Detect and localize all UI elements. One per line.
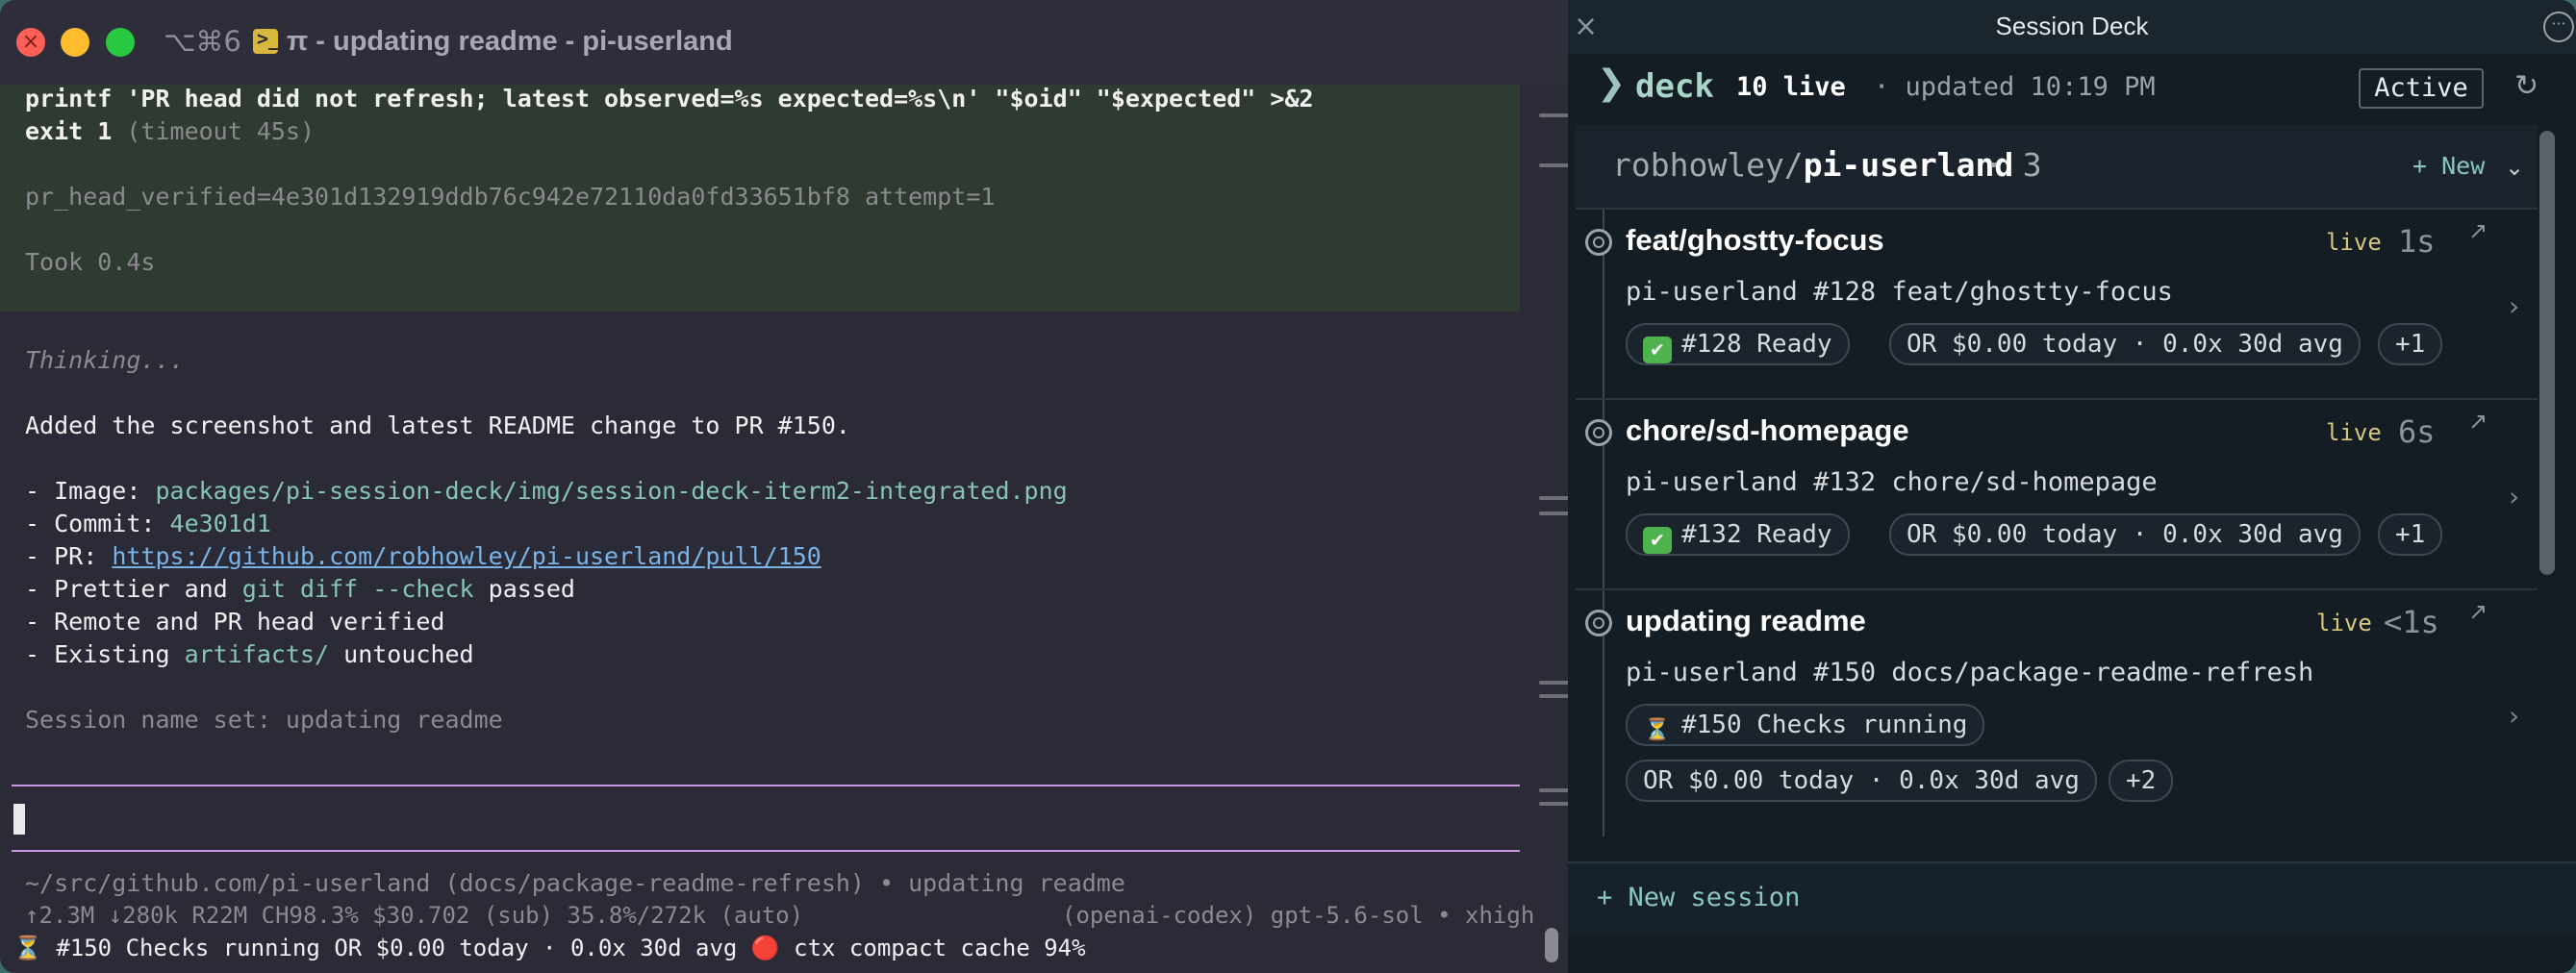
status-path: ~/src/github.com/pi-userland (docs/packa… bbox=[25, 869, 1125, 897]
zoom-window-button[interactable] bbox=[106, 28, 135, 57]
check-icon: ✔ bbox=[1643, 337, 1672, 363]
pr-link[interactable]: https://github.com/robhowley/pi-userland… bbox=[112, 542, 821, 570]
terminal-titlebar: × ⌥⌘6 >_ π - updating readme - pi-userla… bbox=[0, 0, 1568, 85]
close-window-button[interactable]: × bbox=[16, 28, 45, 57]
hourglass-icon: ⏳ bbox=[1644, 718, 1671, 742]
session-item[interactable]: updating readme live <1s ↗ pi-userland #… bbox=[1576, 590, 2538, 836]
tab-shortcut: ⌥⌘6 bbox=[164, 25, 241, 58]
close-icon: × bbox=[21, 30, 40, 54]
session-title: chore/sd-homepage bbox=[1626, 413, 1909, 447]
more-chip[interactable]: +1 bbox=[2378, 513, 2443, 556]
chevron-down-icon[interactable]: ⌄ bbox=[2505, 154, 2524, 181]
input-separator-top bbox=[12, 785, 1520, 786]
input-separator-bottom bbox=[12, 850, 1520, 852]
session-title: updating readme bbox=[1626, 604, 1866, 637]
bullet-prettier: - Prettier and git diff --check passed bbox=[25, 575, 575, 603]
deck-titlebar: × Session Deck ··· bbox=[1568, 0, 2576, 54]
deck-name: deck bbox=[1635, 67, 1714, 106]
status-bottom: ⏳ #150 Checks running OR $0.00 today · 0… bbox=[13, 935, 1086, 961]
session-subtitle: pi-userland #128 feat/ghostty-focus bbox=[1626, 277, 2173, 307]
pr-head-verified-output: pr_head_verified=4e301d132919ddb76c942e7… bbox=[25, 183, 996, 211]
open-external-icon[interactable]: ↗ bbox=[2468, 217, 2488, 244]
cost-chip: OR $0.00 today · 0.0x 30d avg bbox=[1889, 513, 2361, 556]
window-title: π - updating readme - pi-userland bbox=[287, 26, 733, 57]
session-item[interactable]: chore/sd-homepage live 6s ↗ pi-userland … bbox=[1576, 400, 2538, 590]
terminal-scrollbar[interactable] bbox=[1545, 928, 1558, 962]
session-age: 6s bbox=[2398, 413, 2436, 450]
session-live-label: live bbox=[2316, 610, 2372, 636]
chevron-right-icon[interactable]: › bbox=[2509, 481, 2519, 512]
refresh-icon[interactable]: ↻ bbox=[2514, 69, 2538, 103]
open-external-icon[interactable]: ↗ bbox=[2468, 408, 2488, 435]
command-line-2: exit 1 (timeout 45s) bbox=[25, 117, 316, 145]
session-status-icon bbox=[1585, 610, 1612, 636]
session-status-icon bbox=[1585, 419, 1612, 446]
deck-footer: + New session bbox=[1568, 861, 2576, 936]
bullet-remote: - Remote and PR head verified bbox=[25, 608, 445, 636]
text-cursor[interactable] bbox=[13, 804, 25, 835]
status-tokens: ↑2.3M ↓280k R22M CH98.3% $30.702 (sub) 3… bbox=[25, 902, 804, 929]
live-count: 10 live bbox=[1736, 72, 1846, 102]
cost-chip: OR $0.00 today · 0.0x 30d avg bbox=[1889, 323, 2361, 365]
session-list: robhowley/pi-userland · 3 + New ⌄ feat/g… bbox=[1576, 125, 2538, 836]
session-subtitle: pi-userland #150 docs/package-readme-ref… bbox=[1626, 658, 2314, 687]
deck-scrollbar[interactable] bbox=[2539, 131, 2555, 575]
new-session-button[interactable]: + New session bbox=[1597, 883, 1800, 912]
terminal-prompt-icon: >_ bbox=[253, 27, 280, 54]
took-time: Took 0.4s bbox=[25, 248, 156, 276]
chevron-right-icon[interactable]: › bbox=[2509, 290, 2519, 322]
session-live-label: live bbox=[2326, 419, 2382, 446]
repo-new-session-button[interactable]: + New bbox=[2412, 152, 2485, 180]
chevron-right-icon: ❯ bbox=[1597, 63, 1627, 103]
active-filter-button[interactable]: Active bbox=[2359, 68, 2484, 109]
session-title: feat/ghostty-focus bbox=[1626, 223, 1884, 257]
minimize-window-button[interactable] bbox=[61, 28, 89, 57]
cost-chip: OR $0.00 today · 0.0x 30d avg bbox=[1626, 760, 2097, 802]
pr-status-chip: ✔ #128 Ready bbox=[1626, 323, 1850, 365]
bullet-pr: - PR: https://github.com/robhowley/pi-us… bbox=[25, 542, 821, 570]
session-subtitle: pi-userland #132 chore/sd-homepage bbox=[1626, 467, 2158, 497]
pr-status-chip: ✔ #132 Ready bbox=[1626, 513, 1850, 556]
open-external-icon[interactable]: ↗ bbox=[2468, 598, 2488, 625]
deck-window-title: Session Deck bbox=[1995, 12, 2149, 40]
session-name-message: Session name set: updating readme bbox=[25, 706, 503, 734]
more-chip[interactable]: +2 bbox=[2109, 760, 2174, 802]
session-status-icon bbox=[1585, 229, 1612, 256]
more-chip[interactable]: +1 bbox=[2378, 323, 2443, 365]
check-icon: ✔ bbox=[1643, 527, 1672, 554]
thinking-text: Thinking... bbox=[25, 346, 185, 374]
pr-status-chip: ⏳ #150 Checks running bbox=[1626, 704, 1985, 746]
bullet-image: - Image: packages/pi-session-deck/img/se… bbox=[25, 477, 1068, 505]
session-age: <1s bbox=[2384, 604, 2439, 640]
repo-name: robhowley/pi-userland bbox=[1612, 146, 2014, 184]
session-item[interactable]: feat/ghostty-focus live 1s ↗ pi-userland… bbox=[1576, 210, 2538, 400]
command-line-1: printf 'PR head did not refresh; latest … bbox=[25, 85, 1314, 112]
status-model: (openai-codex) gpt-5.6-sol • xhigh bbox=[1062, 902, 1535, 929]
more-menu-icon[interactable]: ··· bbox=[2543, 12, 2574, 42]
updated-time: · updated 10:19 PM bbox=[1874, 72, 2156, 102]
summary-text: Added the screenshot and latest README c… bbox=[25, 412, 850, 439]
chevron-right-icon[interactable]: › bbox=[2509, 700, 2519, 732]
session-age: 1s bbox=[2398, 223, 2436, 260]
terminal-window: × ⌥⌘6 >_ π - updating readme - pi-userla… bbox=[0, 0, 1568, 973]
repo-group-header[interactable]: robhowley/pi-userland · 3 + New ⌄ bbox=[1576, 125, 2538, 210]
bullet-existing: - Existing artifacts/ untouched bbox=[25, 640, 474, 668]
session-live-label: live bbox=[2326, 229, 2382, 256]
bullet-commit: - Commit: 4e301d1 bbox=[25, 510, 271, 537]
deck-header: ❯ deck 10 live · updated 10:19 PM Active… bbox=[1568, 56, 2576, 125]
repo-session-count: · 3 bbox=[1984, 146, 2042, 184]
session-deck-window: × Session Deck ··· ❯ deck 10 live · upda… bbox=[1568, 0, 2576, 973]
